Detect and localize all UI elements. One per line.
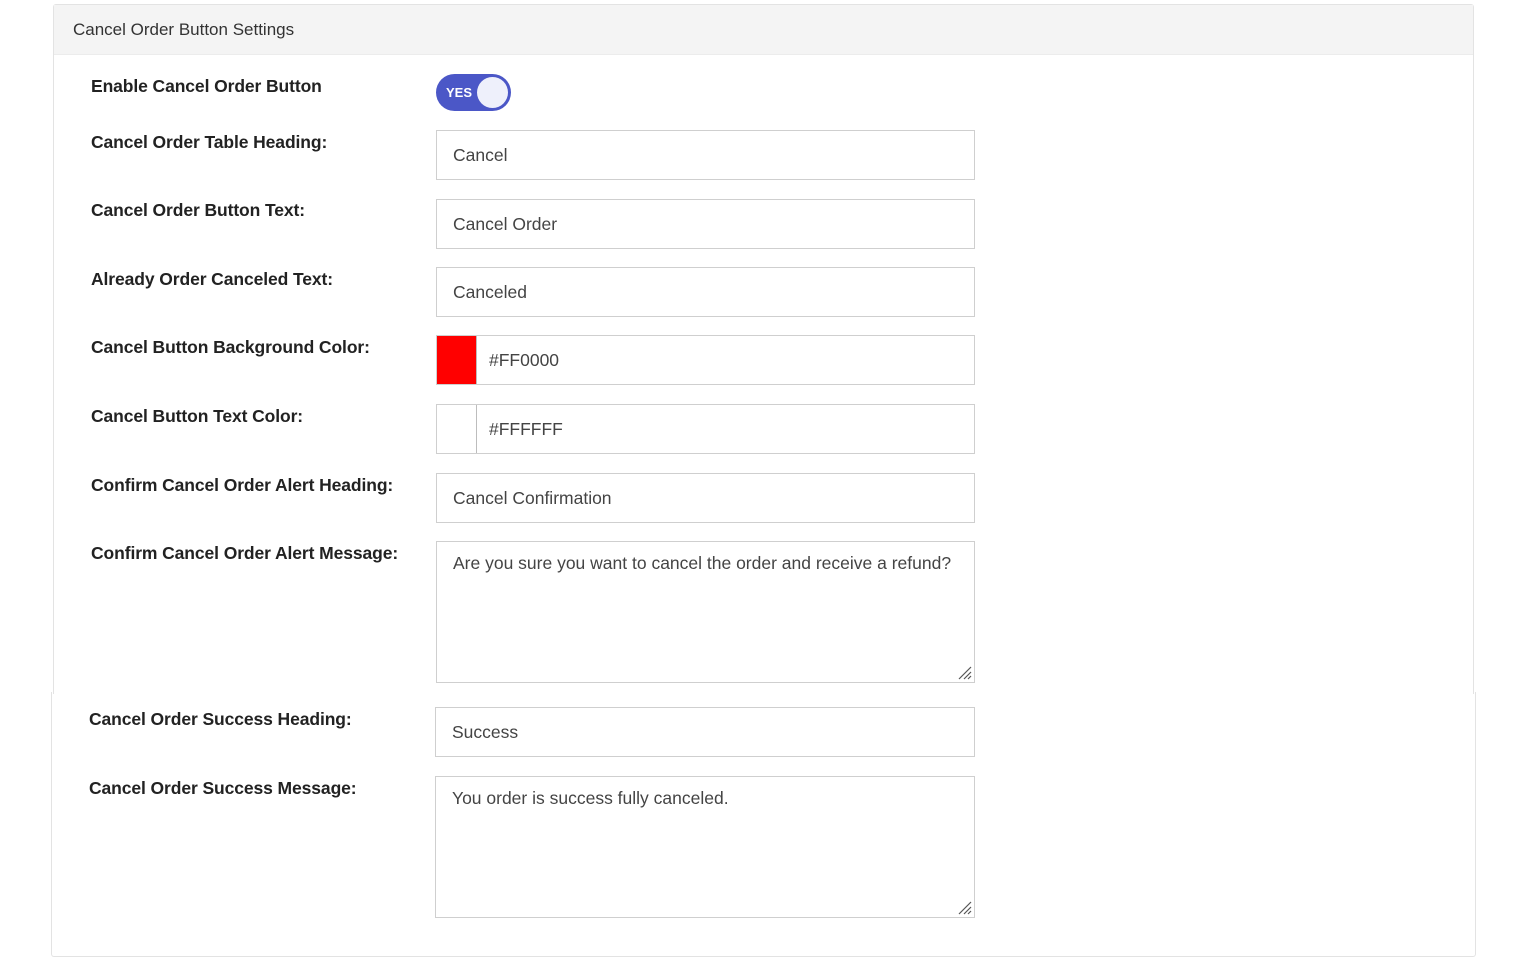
text-color-label: Cancel Button Text Color: bbox=[91, 406, 304, 426]
resize-grip-icon[interactable] bbox=[956, 899, 972, 915]
already-canceled-value: Canceled bbox=[453, 281, 527, 302]
bg-color-picker[interactable]: #FF0000 bbox=[436, 335, 975, 385]
table-heading-input[interactable]: Cancel bbox=[436, 130, 975, 180]
success-heading-label: Cancel Order Success Heading: bbox=[89, 709, 352, 729]
alert-heading-input[interactable]: Cancel Confirmation bbox=[436, 473, 975, 523]
alert-heading-value: Cancel Confirmation bbox=[453, 487, 612, 508]
resize-grip-icon[interactable] bbox=[956, 664, 972, 680]
text-color-value: #FFFFFF bbox=[489, 418, 563, 439]
panel-title: Cancel Order Button Settings bbox=[73, 19, 295, 39]
enable-cancel-order-toggle[interactable]: YES bbox=[436, 74, 511, 111]
bg-color-value: #FF0000 bbox=[489, 349, 560, 370]
success-message-textarea[interactable]: You order is success fully canceled. bbox=[435, 776, 975, 918]
success-message-label: Cancel Order Success Message: bbox=[89, 778, 357, 798]
alert-message-value: Are you sure you want to cancel the orde… bbox=[453, 553, 952, 573]
panel-header: Cancel Order Button Settings bbox=[54, 5, 1473, 55]
bg-color-label: Cancel Button Background Color: bbox=[91, 337, 370, 357]
table-heading-label: Cancel Order Table Heading: bbox=[91, 132, 328, 152]
alert-heading-label: Confirm Cancel Order Alert Heading: bbox=[91, 475, 394, 495]
button-text-input[interactable]: Cancel Order bbox=[436, 199, 975, 249]
toggle-knob bbox=[477, 77, 508, 108]
alert-message-label: Confirm Cancel Order Alert Message: bbox=[91, 543, 399, 563]
text-color-swatch[interactable] bbox=[437, 405, 477, 453]
success-message-value: You order is success fully canceled. bbox=[452, 788, 729, 808]
button-text-value: Cancel Order bbox=[453, 213, 558, 234]
success-heading-value: Success bbox=[452, 721, 519, 742]
table-heading-value: Cancel bbox=[453, 144, 508, 165]
already-canceled-input[interactable]: Canceled bbox=[436, 267, 975, 317]
bg-color-swatch[interactable] bbox=[437, 336, 477, 384]
toggle-yes-text: YES bbox=[446, 85, 473, 100]
text-color-picker[interactable]: #FFFFFF bbox=[436, 404, 975, 454]
enable-cancel-order-label: Enable Cancel Order Button bbox=[91, 76, 322, 96]
button-text-label: Cancel Order Button Text: bbox=[91, 200, 306, 220]
success-heading-input[interactable]: Success bbox=[435, 707, 975, 757]
already-canceled-label: Already Order Canceled Text: bbox=[91, 269, 333, 289]
alert-message-textarea[interactable]: Are you sure you want to cancel the orde… bbox=[436, 541, 975, 683]
